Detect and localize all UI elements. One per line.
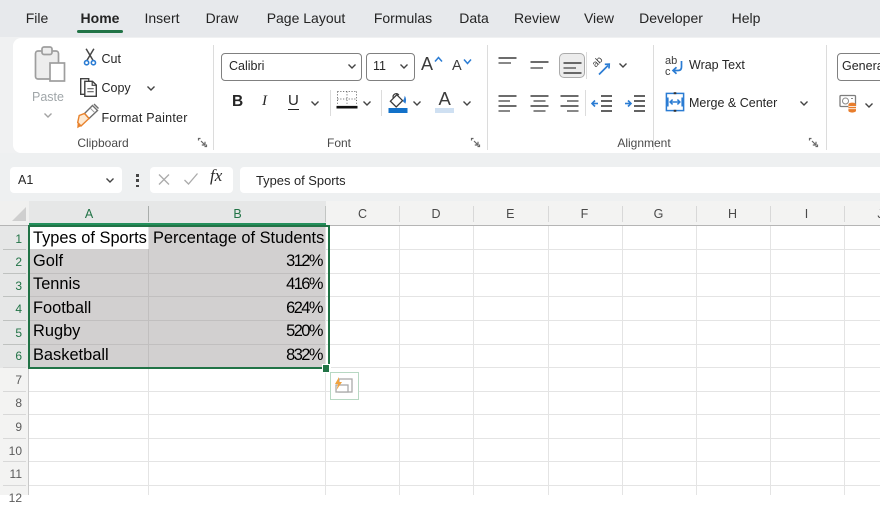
svg-text:ab: ab xyxy=(592,55,605,70)
svg-text:c: c xyxy=(665,66,671,77)
